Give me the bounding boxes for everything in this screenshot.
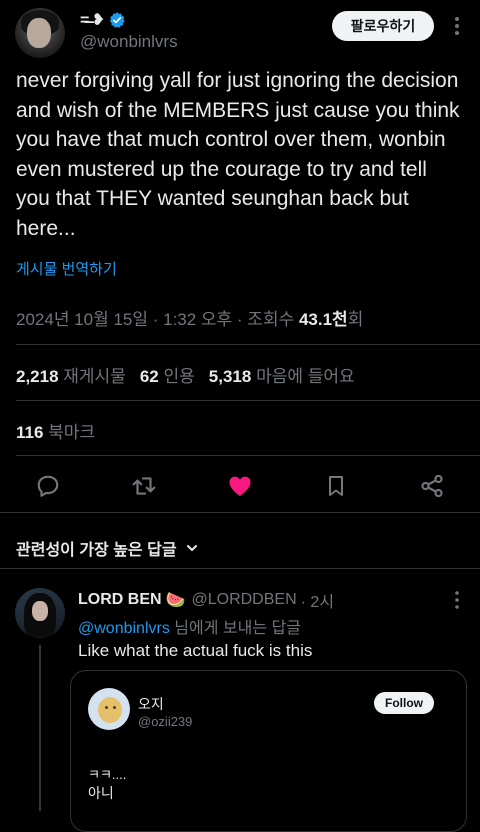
- divider: [16, 455, 480, 456]
- quoted-text-line-1: ㅋㅋ....: [88, 767, 127, 782]
- tweet-text: never forgiving yall for just ignoring t…: [16, 69, 460, 240]
- reposts-stat[interactable]: 2,218 재게시물: [16, 362, 126, 387]
- reply-header: LORD BEN 🍉 @LORDDBEN · 2시: [78, 588, 334, 612]
- view-count: 43.1천: [298, 310, 348, 329]
- view-count-suffix: 회: [347, 310, 364, 329]
- author-display-name[interactable]: =̶̶ ❥: [80, 10, 126, 30]
- bookmark-icon[interactable]: [318, 468, 354, 504]
- quoted-follow-button[interactable]: Follow: [374, 692, 434, 714]
- reply-sort-label: 관련성이 가장 높은 답글: [16, 542, 177, 559]
- quoted-author-name[interactable]: 오지: [138, 694, 164, 714]
- divider: [0, 568, 480, 569]
- author-avatar[interactable]: [15, 8, 65, 58]
- likes-label: 마음에 들어요: [256, 367, 355, 386]
- bookmarks-label: 북마크: [48, 423, 96, 442]
- quoted-author-handle[interactable]: @ozii239: [138, 714, 192, 729]
- more-options-icon[interactable]: [448, 14, 466, 38]
- tweet-timestamp: 2024년 10월 15일 · 1:32 오후 · 조회수 43.1천회: [16, 305, 363, 330]
- verified-badge-icon: [108, 11, 126, 29]
- reply-time[interactable]: · 2시: [301, 588, 334, 612]
- likes-stat[interactable]: 5,318 마음에 들어요: [209, 362, 355, 387]
- reply-author-name[interactable]: LORD BEN: [78, 591, 162, 609]
- reply-icon[interactable]: [30, 468, 66, 504]
- share-icon[interactable]: [414, 468, 450, 504]
- thread-line: [39, 645, 41, 811]
- replying-to: @wonbinlvrs 님에게 보내는 답글: [78, 614, 301, 638]
- divider: [16, 344, 480, 345]
- watermelon-emoji: 🍉: [165, 592, 186, 609]
- quotes-stat[interactable]: 62 인용: [140, 362, 195, 387]
- reposts-label: 재게시물: [63, 367, 126, 386]
- repost-icon[interactable]: [126, 468, 162, 504]
- author-handle[interactable]: @wonbinlvrs: [80, 32, 178, 52]
- action-bar: [0, 468, 480, 504]
- follow-button[interactable]: 팔로우하기: [332, 11, 434, 41]
- timestamp-text[interactable]: 2024년 10월 15일 · 1:32 오후 · 조회수: [16, 310, 299, 329]
- like-icon[interactable]: [222, 468, 258, 504]
- reposts-count: 2,218: [16, 367, 59, 386]
- replying-to-suffix: 님에게 보내는 답글: [169, 620, 301, 637]
- bookmarks-stat[interactable]: 116 북마크: [16, 418, 95, 443]
- author-name-glyphs: =̶̶ ❥: [80, 12, 105, 29]
- divider: [0, 512, 480, 513]
- reply-sort-dropdown[interactable]: 관련성이 가장 높은 답글: [16, 536, 199, 560]
- quoted-author-avatar[interactable]: [88, 688, 130, 730]
- chevron-down-icon: [185, 541, 199, 555]
- reply-author-handle[interactable]: @LORDDBEN: [191, 591, 296, 609]
- reply-more-options-icon[interactable]: [448, 590, 466, 610]
- bookmarks-count: 116: [16, 423, 44, 442]
- reply-author-avatar[interactable]: [15, 588, 65, 638]
- translate-post-link[interactable]: 게시물 번역하기: [16, 258, 117, 279]
- quoted-text-line-2: 아니: [88, 785, 114, 801]
- likes-count: 5,318: [208, 367, 252, 386]
- divider: [16, 400, 480, 401]
- engagement-stats: 2,218 재게시물 62 인용 5,318 마음에 들어요: [16, 362, 355, 387]
- quotes-label: 인용: [163, 367, 195, 386]
- replying-to-mention[interactable]: @wonbinlvrs: [78, 620, 170, 637]
- quotes-count: 62: [139, 367, 159, 386]
- reply-text: Like what the actual fuck is this: [78, 641, 313, 660]
